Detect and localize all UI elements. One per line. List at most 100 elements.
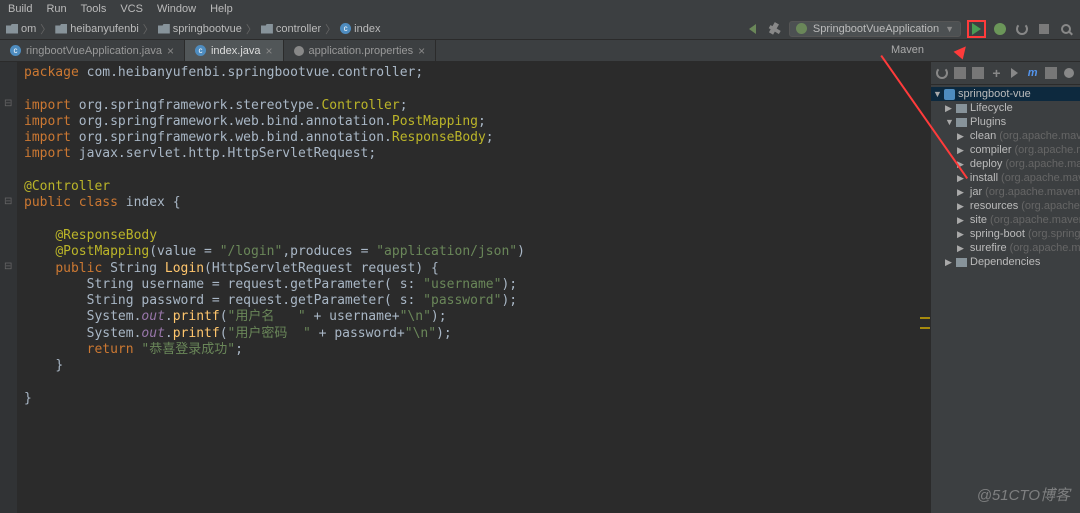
folder-icon	[956, 104, 967, 113]
expand-icon[interactable]	[957, 201, 964, 212]
tab-index[interactable]: c index.java ×	[185, 40, 284, 61]
folder-icon	[158, 24, 170, 34]
tab-label: application.properties	[309, 45, 414, 57]
menu-help[interactable]: Help	[210, 3, 233, 15]
generate-icon[interactable]	[954, 65, 966, 81]
close-icon[interactable]: ×	[266, 44, 273, 58]
tree-hint: (org.apache.maven.p	[985, 186, 1080, 198]
fold-icon[interactable]: ⊟	[4, 98, 12, 109]
close-icon[interactable]: ×	[167, 44, 174, 58]
tree-plugins[interactable]: Plugins	[931, 115, 1080, 129]
crumb-label: om	[21, 23, 36, 35]
class-icon: c	[340, 23, 351, 34]
crumb-index[interactable]: cindex	[340, 23, 380, 35]
coverage-icon	[1016, 23, 1028, 35]
crumb-label: index	[354, 23, 380, 35]
tree-label: Dependencies	[970, 256, 1040, 268]
fold-icon[interactable]: ⊟	[4, 261, 12, 272]
tab-application[interactable]: c ringbootVueApplication.java ×	[0, 40, 185, 61]
folder-icon	[6, 24, 18, 34]
tree-plugin-item[interactable]: compiler (org.apache.ma	[931, 143, 1080, 157]
expand-icon[interactable]	[957, 229, 964, 240]
tree-plugin-item[interactable]: site (org.apache.maven.p	[931, 213, 1080, 227]
spring-icon	[796, 23, 807, 34]
menu-vcs[interactable]: VCS	[120, 3, 143, 15]
stop-button[interactable]	[1036, 21, 1052, 37]
expand-icon[interactable]	[957, 145, 964, 156]
tree-dependencies[interactable]: Dependencies	[931, 255, 1080, 269]
expand-icon[interactable]	[933, 89, 941, 99]
tree-label: spring-boot	[970, 228, 1025, 240]
expand-icon[interactable]	[945, 257, 953, 268]
expand-icon[interactable]	[957, 131, 964, 142]
tab-properties[interactable]: application.properties ×	[284, 40, 437, 61]
crumb-springbootvue[interactable]: springbootvue	[158, 23, 242, 35]
expand-icon[interactable]	[957, 187, 964, 198]
tree-plugin-item[interactable]: spring-boot (org.springf	[931, 227, 1080, 241]
expand-icon[interactable]	[957, 215, 964, 226]
module-icon	[944, 89, 955, 100]
more-icon[interactable]	[1045, 65, 1057, 81]
props-icon	[294, 46, 304, 56]
menu-window[interactable]: Window	[157, 3, 196, 15]
tree-plugin-item[interactable]: install (org.apache.mav	[931, 171, 1080, 185]
crumb-controller[interactable]: controller	[261, 23, 321, 35]
add-icon[interactable]: +	[990, 65, 1002, 81]
expand-icon[interactable]	[957, 243, 964, 254]
expand-icon[interactable]	[945, 117, 953, 127]
folder-icon	[55, 24, 67, 34]
folder-icon	[956, 118, 967, 127]
tree-hint: (org.apache.m	[1021, 200, 1080, 212]
back-icon[interactable]	[745, 21, 761, 37]
tree-label: deploy	[970, 158, 1002, 170]
run-button-highlighted[interactable]	[967, 20, 986, 38]
menu-run[interactable]: Run	[46, 3, 66, 15]
tree-label: Plugins	[970, 116, 1006, 128]
debug-icon	[994, 23, 1006, 35]
tree-plugin-item[interactable]: jar (org.apache.maven.p	[931, 185, 1080, 199]
tree-hint: (org.apache.mav	[1005, 158, 1080, 170]
tree-root[interactable]: springboot-vue	[931, 87, 1080, 101]
dropdown-icon: ▼	[945, 24, 954, 34]
tree-hint: (org.springf	[1028, 228, 1080, 240]
tree-hint: (org.apache.maven.p	[990, 214, 1080, 226]
toolbar: om 〉 heibanyufenbi 〉 springbootvue 〉 con…	[0, 18, 1080, 40]
reimport-icon[interactable]	[936, 65, 948, 81]
search-button[interactable]	[1058, 21, 1074, 37]
expand-icon[interactable]	[945, 103, 953, 114]
tree-label: install	[970, 172, 998, 184]
debug-button[interactable]	[992, 21, 1008, 37]
editor-scrollbar-marks	[920, 62, 930, 513]
menu-tools[interactable]: Tools	[81, 3, 107, 15]
menu-build[interactable]: Build	[8, 3, 32, 15]
maven-hint: Maven	[891, 44, 924, 56]
settings-icon[interactable]	[1063, 65, 1075, 81]
breadcrumb-sep: 〉	[325, 21, 336, 37]
download-icon[interactable]	[972, 65, 984, 81]
crumb-om[interactable]: om	[6, 23, 36, 35]
run-config-selector[interactable]: SpringbootVueApplication ▼	[789, 21, 961, 37]
maven-pane: + m springboot-vue Lifecycle Plugins	[930, 62, 1080, 513]
folder-icon	[261, 24, 273, 34]
breadcrumb-sep: 〉	[143, 21, 154, 37]
tree-plugin-item[interactable]: surefire (org.apache.ma	[931, 241, 1080, 255]
class-icon: c	[195, 45, 206, 56]
tree-plugin-item[interactable]: resources (org.apache.m	[931, 199, 1080, 213]
close-icon[interactable]: ×	[418, 44, 425, 58]
breadcrumb-sep: 〉	[246, 21, 257, 37]
run-goal-icon[interactable]	[1009, 65, 1021, 81]
maven-tree[interactable]: springboot-vue Lifecycle Plugins clean (…	[931, 85, 1080, 271]
tree-plugin-item[interactable]: clean (org.apache.maven	[931, 129, 1080, 143]
crumb-heibanyufenbi[interactable]: heibanyufenbi	[55, 23, 139, 35]
crumb-label: controller	[276, 23, 321, 35]
tree-lifecycle[interactable]: Lifecycle	[931, 101, 1080, 115]
tree-label: compiler	[970, 144, 1012, 156]
gutter[interactable]: ⊟ ⊟ ⊟	[0, 62, 18, 513]
build-icon[interactable]	[767, 21, 783, 37]
coverage-button[interactable]	[1014, 21, 1030, 37]
toggle-icon[interactable]: m	[1027, 65, 1039, 81]
plugin-list: clean (org.apache.mavencompiler (org.apa…	[931, 129, 1080, 255]
fold-icon[interactable]: ⊟	[4, 196, 12, 207]
run-config-label: SpringbootVueApplication	[813, 23, 939, 35]
code-editor[interactable]: package com.heibanyufenbi.springbootvue.…	[18, 62, 920, 513]
